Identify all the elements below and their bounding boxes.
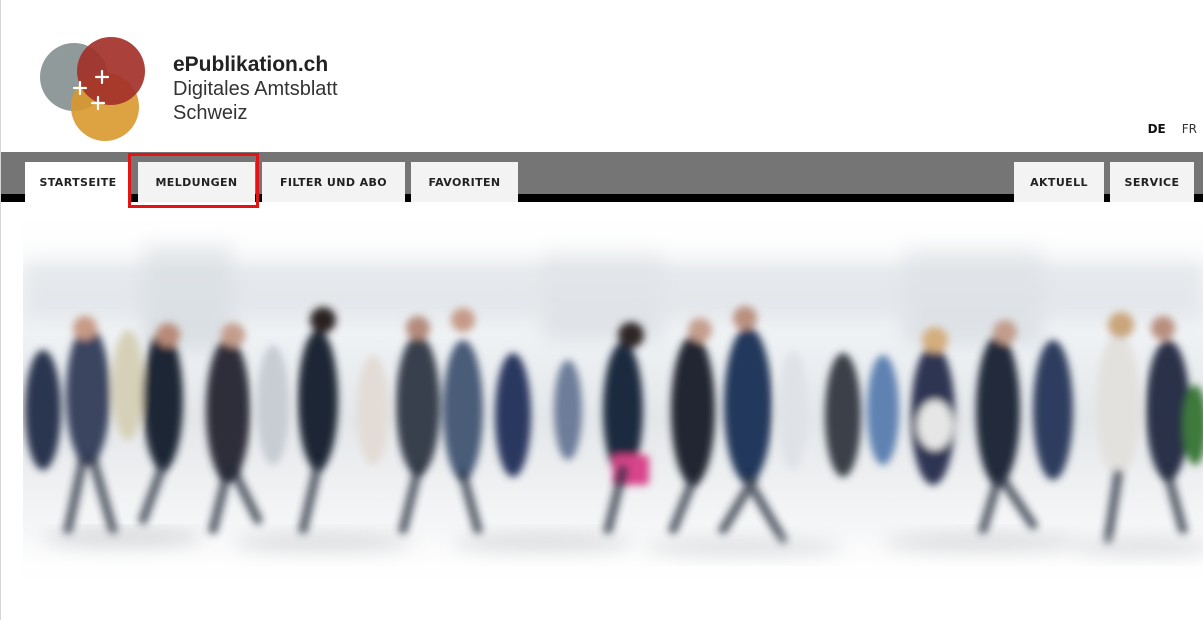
tab-meldungen[interactable]: MELDUNGEN [138, 162, 255, 202]
tab-startseite[interactable]: STARTSEITE [25, 162, 131, 202]
language-switcher: DE FR [1148, 122, 1197, 136]
tab-favoriten[interactable]: FAVORITEN [411, 162, 518, 202]
language-de[interactable]: DE [1148, 122, 1166, 136]
site-logo-text[interactable]: ePublikation.ch Digitales Amtsblatt Schw… [173, 53, 338, 125]
language-fr[interactable]: FR [1182, 122, 1197, 136]
tab-service[interactable]: SERVICE [1110, 162, 1194, 202]
hero-image [23, 210, 1203, 590]
tab-filter-und-abo[interactable]: FILTER UND ABO [262, 162, 405, 202]
site-subtitle-line2: Schweiz [173, 102, 248, 124]
site-header: ePublikation.ch Digitales Amtsblatt Schw… [1, 0, 1203, 152]
tab-aktuell[interactable]: AKTUELL [1014, 162, 1104, 202]
main-nav: STARTSEITE MELDUNGEN FILTER UND ABO FAVO… [1, 152, 1203, 202]
plus-circles-logo-icon[interactable] [39, 37, 149, 147]
page: ePublikation.ch Digitales Amtsblatt Schw… [0, 0, 1203, 620]
site-name: ePublikation.ch [173, 53, 329, 76]
site-subtitle-line1: Digitales Amtsblatt [173, 78, 338, 100]
